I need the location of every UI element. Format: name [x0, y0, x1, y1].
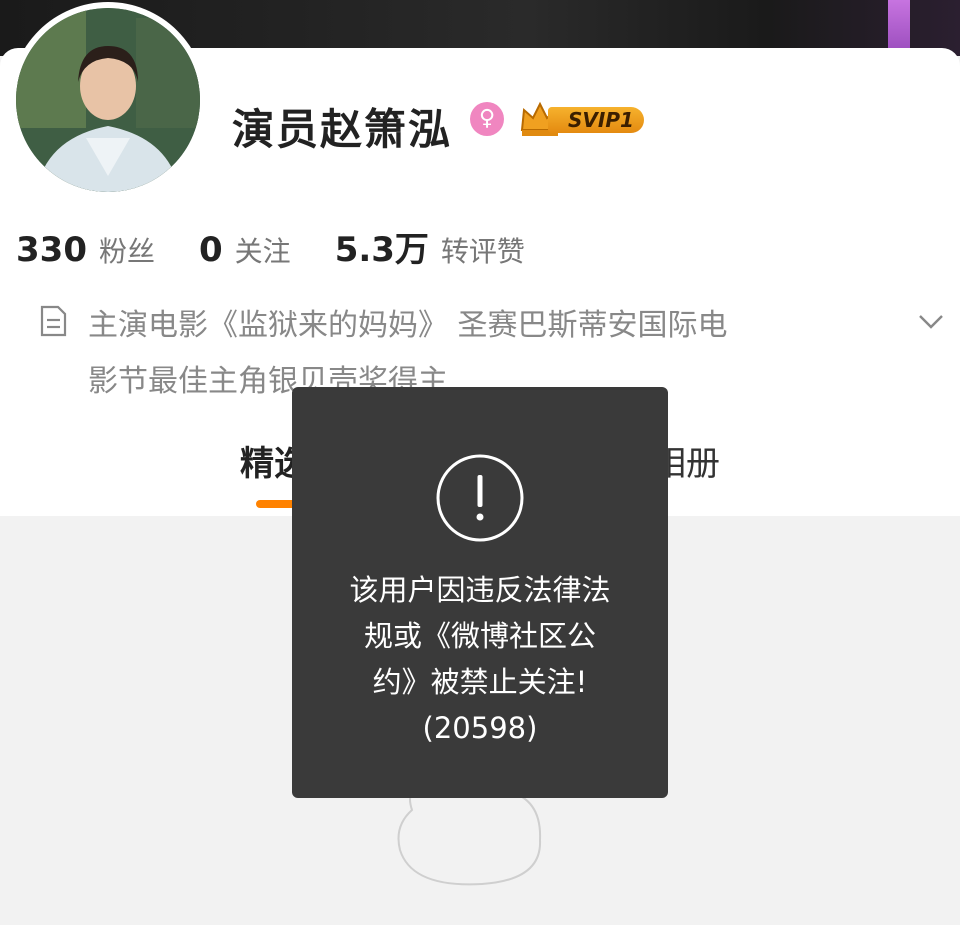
interactions-count: 5.3万: [334, 230, 429, 270]
toast-line-1: 该用户因违反法律法: [349, 573, 611, 607]
followers-count: 330: [16, 230, 87, 270]
banner-light: [888, 0, 910, 50]
profile-name: 演员赵箫泓: [232, 105, 453, 154]
profile-stats: 330 粉丝 0 关注 5.3万 转评赞: [16, 222, 569, 271]
svip-badge[interactable]: SVIP1: [518, 100, 644, 138]
stat-interactions[interactable]: 5.3万 转评赞: [335, 222, 525, 271]
followers-label: 粉丝: [98, 235, 155, 268]
exclamation-circle-icon: [436, 454, 524, 542]
stat-followers[interactable]: 330 粉丝: [16, 230, 155, 270]
ban-notice-toast: 该用户因违反法律法 规或《微博社区公 约》被禁止关注! (20598): [292, 387, 668, 798]
error-code: (20598): [422, 711, 538, 745]
interactions-label: 转评赞: [440, 235, 525, 268]
toast-message: 该用户因违反法律法 规或《微博社区公 约》被禁止关注!: [312, 567, 648, 705]
avatar-portrait: [16, 8, 200, 192]
stat-following[interactable]: 0 关注: [199, 230, 291, 270]
avatar[interactable]: [10, 2, 206, 198]
bio-line-1: 主演电影《监狱来的妈妈》 圣赛巴斯蒂安国际电: [88, 308, 728, 343]
toast-line-3: 约》被禁止关注!: [372, 665, 588, 699]
female-icon: ♀: [470, 102, 504, 136]
document-icon: [40, 305, 67, 337]
toast-line-2: 规或《微博社区公: [363, 619, 596, 653]
following-count: 0: [199, 230, 223, 270]
chevron-down-icon[interactable]: [916, 306, 946, 336]
svip-label: SVIP1: [548, 107, 644, 133]
following-label: 关注: [234, 235, 291, 268]
avatar-photo: [16, 8, 200, 192]
